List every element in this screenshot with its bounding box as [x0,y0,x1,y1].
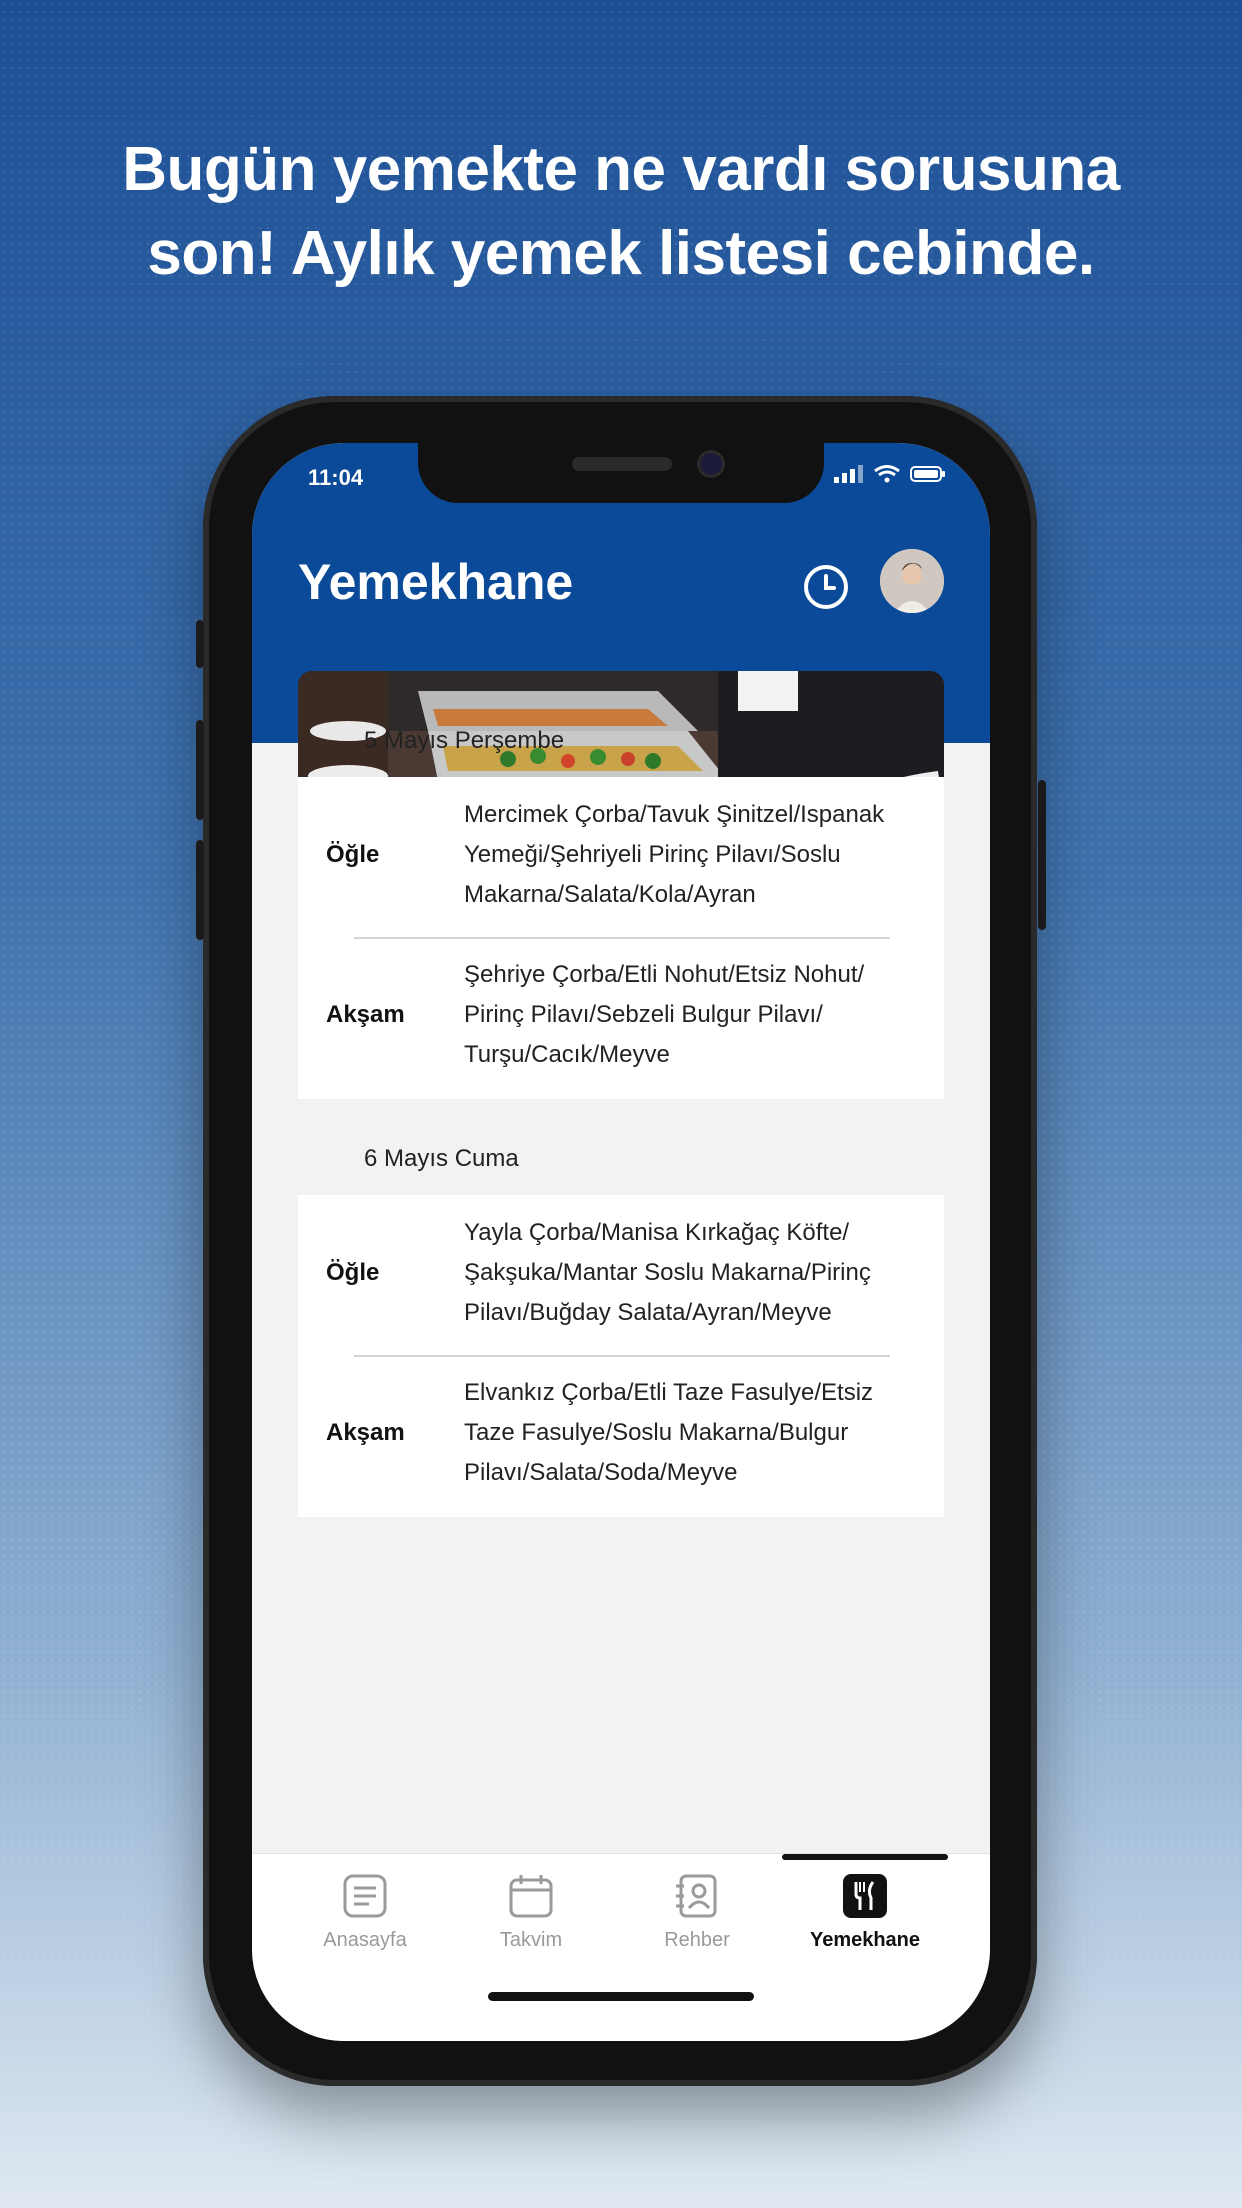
menu-card: Öğle Yayla Çorba/Manisa Kırkağaç Köfte/ … [298,1195,944,1517]
tab-label: Rehber [664,1929,730,1951]
tab-yemekhane[interactable]: Yemekhane [790,1872,940,1952]
active-tab-indicator [782,1854,948,1860]
meal-line: Makarna/Salata/Kola/Ayran [464,881,756,908]
mute-switch [196,620,204,668]
front-camera [700,453,722,475]
meal-name: Akşam [326,1419,405,1446]
status-time: 11:04 [308,465,364,490]
tab-label: Anasayfa [323,1929,407,1951]
meal-row-dinner: Akşam Şehriye Çorba/Etli Nohut/Etsiz Noh… [298,939,944,1097]
meal-line: Elvankız Çorba/Etli Taze Fasulye/Etsiz [464,1379,874,1406]
meal-line: Yayla Çorba/Manisa Kırkağaç Köfte/ [464,1219,850,1246]
notch [418,443,824,503]
promo-headline: Bugün yemekte ne vardı sorusuna son! Ayl… [40,128,1202,296]
avatar[interactable] [880,549,944,613]
home-indicator [488,1992,754,2001]
speaker [572,457,672,471]
meal-line: Pilavı/Salata/Soda/Meyve [464,1459,738,1486]
battery-icon [910,466,945,482]
meal-name: Öğle [326,1259,380,1286]
clock-icon[interactable] [800,561,852,613]
status-icons [834,465,946,483]
meal-line: Pilavı/Buğday Salata/Ayran/Meyve [464,1299,832,1326]
meal-line: Taze Fasulye/Soslu Makarna/Bulgur [464,1419,849,1446]
headline-line-1: Bugün yemekte ne vardı sorusuna [122,135,1120,204]
meal-row-lunch: Öğle Yayla Çorba/Manisa Kırkağaç Köfte/ … [298,1195,944,1353]
document-icon [343,1874,387,1918]
tab-label: Yemekhane [809,1929,921,1951]
contacts-icon [676,1874,717,1918]
user-avatar-icon [880,549,944,613]
meal-row-lunch: Öğle Mercimek Çorba/Tavuk Şinitzel/Ispan… [298,777,944,935]
tab-rehber[interactable]: Rehber [622,1872,772,1952]
meal-line: Pirinç Pilavı/Sebzeli Bulgur Pilavı/ [464,1001,823,1028]
meal-name: Öğle [326,841,380,868]
date-label: 5 Mayıs Perşembe [364,727,565,754]
meal-line: Yemeği/Şehriyeli Pirinç Pilavı/Soslu [464,841,841,868]
tab-takvim[interactable]: Takvim [456,1872,606,1952]
app-screen: 11:04 Yemekhane 5 Mayıs Perşembe Öğle Me… [252,443,990,2041]
page-title: Yemekhane [298,554,574,610]
volume-down-button [196,840,204,940]
meal-line: Turşu/Cacık/Meyve [464,1041,670,1068]
meal-line: Şehriye Çorba/Etli Nohut/Etsiz Nohut/ [464,961,865,988]
volume-up-button [196,720,204,820]
meal-items: Yayla Çorba/Manisa Kırkağaç Köfte/ Şakşu… [464,1213,924,1333]
headline-line-2: son! Aylık yemek listesi cebinde. [147,219,1095,288]
tab-bar: Anasayfa Takvim Rehber Yemekhane [252,1853,990,2041]
tab-label: Takvim [499,1929,563,1951]
meal-name: Akşam [326,1001,405,1028]
menu-card: Öğle Mercimek Çorba/Tavuk Şinitzel/Ispan… [298,777,944,1099]
date-label: 6 Mayıs Cuma [364,1145,519,1172]
meal-line: Şakşuka/Mantar Soslu Makarna/Pirinç [464,1259,871,1286]
meal-items: Şehriye Çorba/Etli Nohut/Etsiz Nohut/ Pi… [464,955,924,1075]
power-button [1038,780,1046,930]
signal-icon [834,465,863,483]
meal-items: Elvankız Çorba/Etli Taze Fasulye/Etsiz T… [464,1373,924,1493]
cutlery-icon [843,1874,887,1918]
calendar-icon [509,1875,553,1918]
tab-anasayfa[interactable]: Anasayfa [290,1872,440,1952]
meal-items: Mercimek Çorba/Tavuk Şinitzel/Ispanak Ye… [464,795,924,915]
meal-row-dinner: Akşam Elvankız Çorba/Etli Taze Fasulye/E… [298,1357,944,1515]
wifi-icon [874,465,900,483]
meal-line: Mercimek Çorba/Tavuk Şinitzel/Ispanak [464,801,885,828]
